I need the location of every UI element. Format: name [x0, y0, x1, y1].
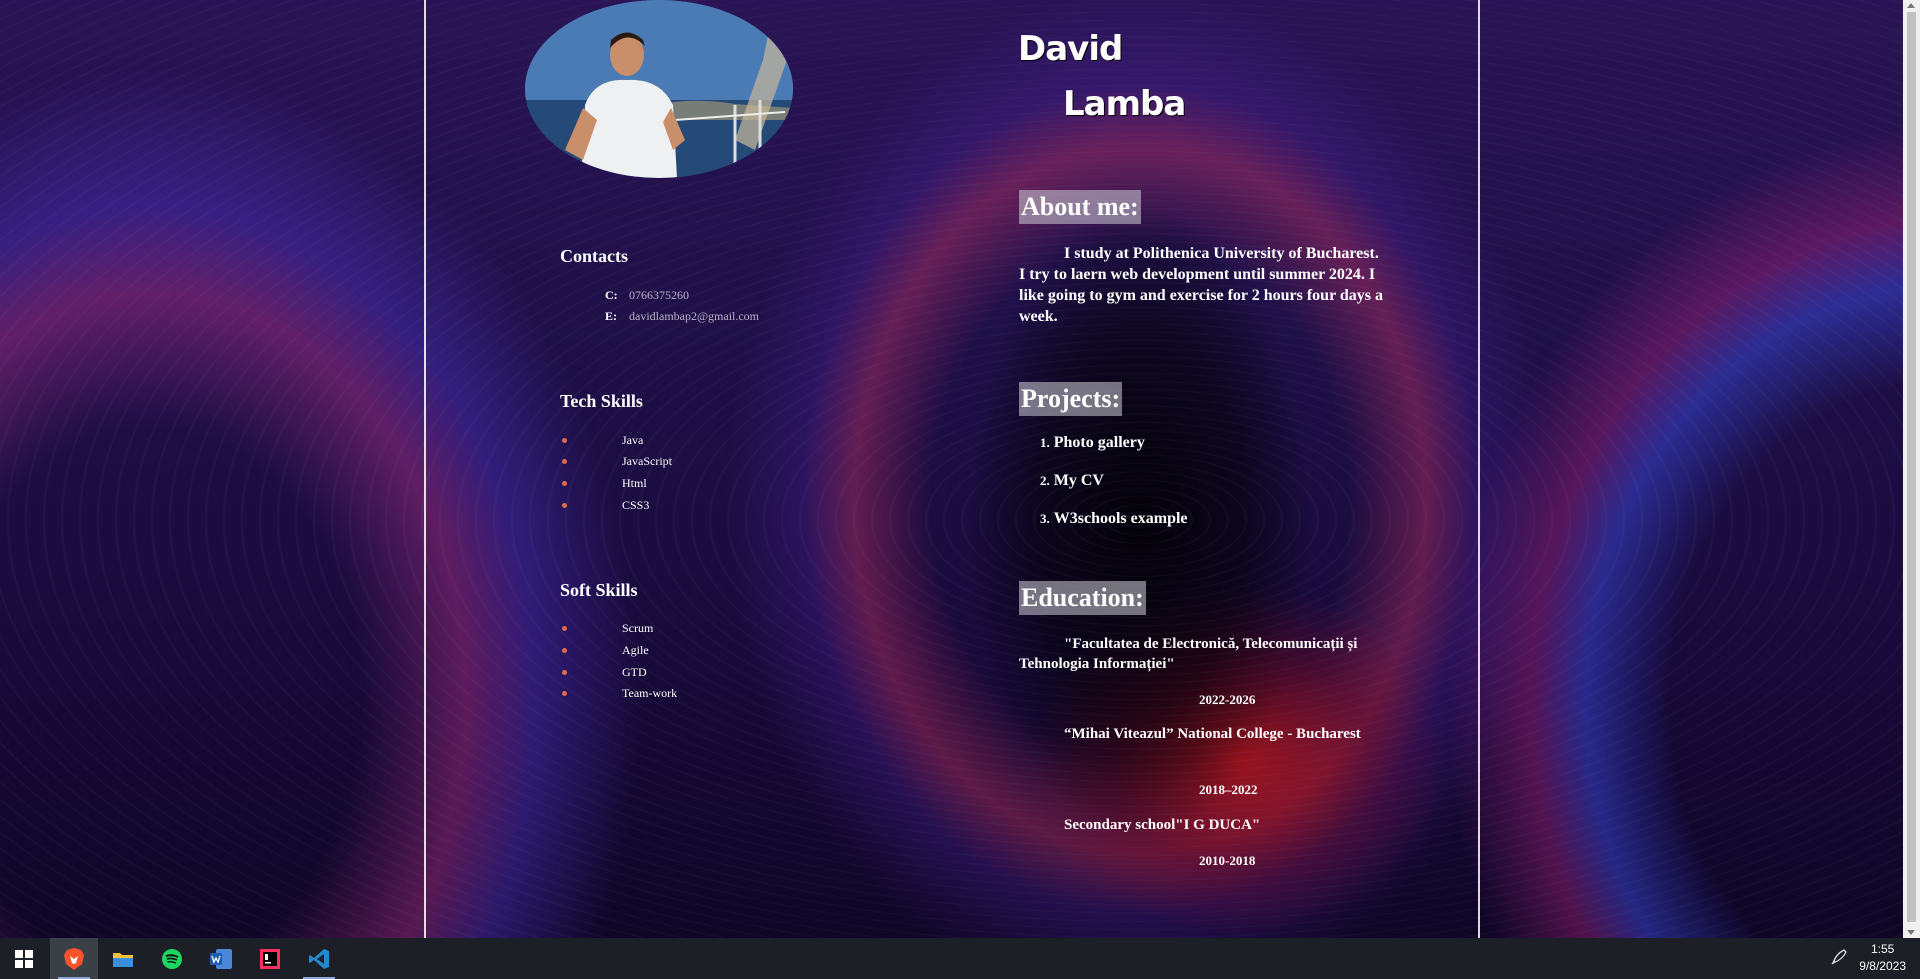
project-link[interactable]: 3. W3schools example	[1040, 510, 1188, 528]
phone-value: 0766375260	[629, 288, 689, 302]
clock-time: 1:55	[1870, 942, 1895, 956]
education-heading: Education:	[1019, 581, 1146, 615]
about-text: I study at Polithenica University of Buc…	[1019, 245, 1384, 325]
contacts-heading: Contacts	[560, 246, 628, 266]
project-link[interactable]: 2. My CV	[1040, 472, 1104, 490]
education-years: 2010-2018	[1199, 853, 1256, 868]
education-school: “Mihai Viteazul” National College - Buch…	[1064, 726, 1361, 742]
bullet-icon	[562, 626, 567, 631]
tech-skills-heading: Tech Skills	[560, 391, 643, 411]
bullet-icon	[562, 438, 567, 443]
background-swirl	[0, 0, 1920, 938]
skill-label: Agile	[622, 643, 649, 657]
project-number: 3.	[1040, 511, 1050, 526]
pen-workspace-icon[interactable]	[1830, 948, 1848, 971]
bullet-icon	[562, 459, 567, 464]
education-school: Secondary school"I G DUCA"	[1064, 817, 1261, 833]
scroll-down-icon[interactable]	[1907, 930, 1915, 935]
skill-label: JavaScript	[622, 454, 672, 468]
profile-photo	[525, 0, 793, 178]
last-name: Lamba	[1063, 84, 1186, 124]
email-row: E: davidlambap2@gmail.com	[605, 309, 759, 324]
skill-label: GTD	[622, 665, 647, 679]
scroll-up-icon[interactable]	[1907, 3, 1915, 8]
skill-label: Scrum	[622, 621, 654, 635]
windows-start-icon[interactable]	[0, 938, 48, 979]
skill-label: Html	[622, 476, 647, 490]
email-key: E:	[605, 309, 617, 323]
bullet-icon	[562, 648, 567, 653]
word-icon[interactable]	[197, 938, 245, 979]
education-years: 2018–2022	[1199, 782, 1258, 797]
taskbar: 1:55 9/8/2023	[0, 938, 1920, 979]
skill-label: Java	[622, 433, 644, 447]
bullet-icon	[562, 691, 567, 696]
project-label[interactable]: Photo gallery	[1054, 434, 1145, 451]
phone-key: C:	[605, 288, 618, 302]
bullet-icon	[562, 481, 567, 486]
spotify-icon[interactable]	[148, 938, 196, 979]
scrollbar-thumb[interactable]	[1907, 12, 1916, 922]
brave-browser-icon[interactable]	[50, 938, 98, 979]
education-school: "Facultatea de Electronică, Telecomunica…	[1019, 636, 1358, 672]
project-label[interactable]: My CV	[1054, 472, 1104, 489]
intellij-icon[interactable]	[246, 938, 294, 979]
content-border-right	[1478, 0, 1480, 938]
first-name: David	[1018, 29, 1123, 69]
project-number: 1.	[1040, 435, 1050, 450]
project-link[interactable]: 1. Photo gallery	[1040, 434, 1145, 452]
clock-date: 9/8/2023	[1859, 959, 1906, 973]
skill-label: CSS3	[622, 498, 650, 512]
phone-row: C: 0766375260	[605, 288, 689, 303]
vscode-icon[interactable]	[295, 938, 343, 979]
about-heading: About me:	[1019, 190, 1141, 224]
content-border-left	[424, 0, 426, 938]
file-explorer-icon[interactable]	[99, 938, 147, 979]
project-label[interactable]: W3schools example	[1054, 510, 1188, 527]
soft-skills-heading: Soft Skills	[560, 580, 638, 600]
bullet-icon	[562, 670, 567, 675]
project-number: 2.	[1040, 473, 1050, 488]
vertical-scrollbar[interactable]	[1903, 0, 1920, 938]
email-value[interactable]: davidlambap2@gmail.com	[629, 309, 759, 323]
system-clock[interactable]: 1:55 9/8/2023	[1859, 941, 1906, 975]
education-years: 2022-2026	[1199, 692, 1256, 707]
bullet-icon	[562, 503, 567, 508]
projects-heading: Projects:	[1019, 382, 1123, 416]
skill-label: Team-work	[622, 686, 678, 700]
